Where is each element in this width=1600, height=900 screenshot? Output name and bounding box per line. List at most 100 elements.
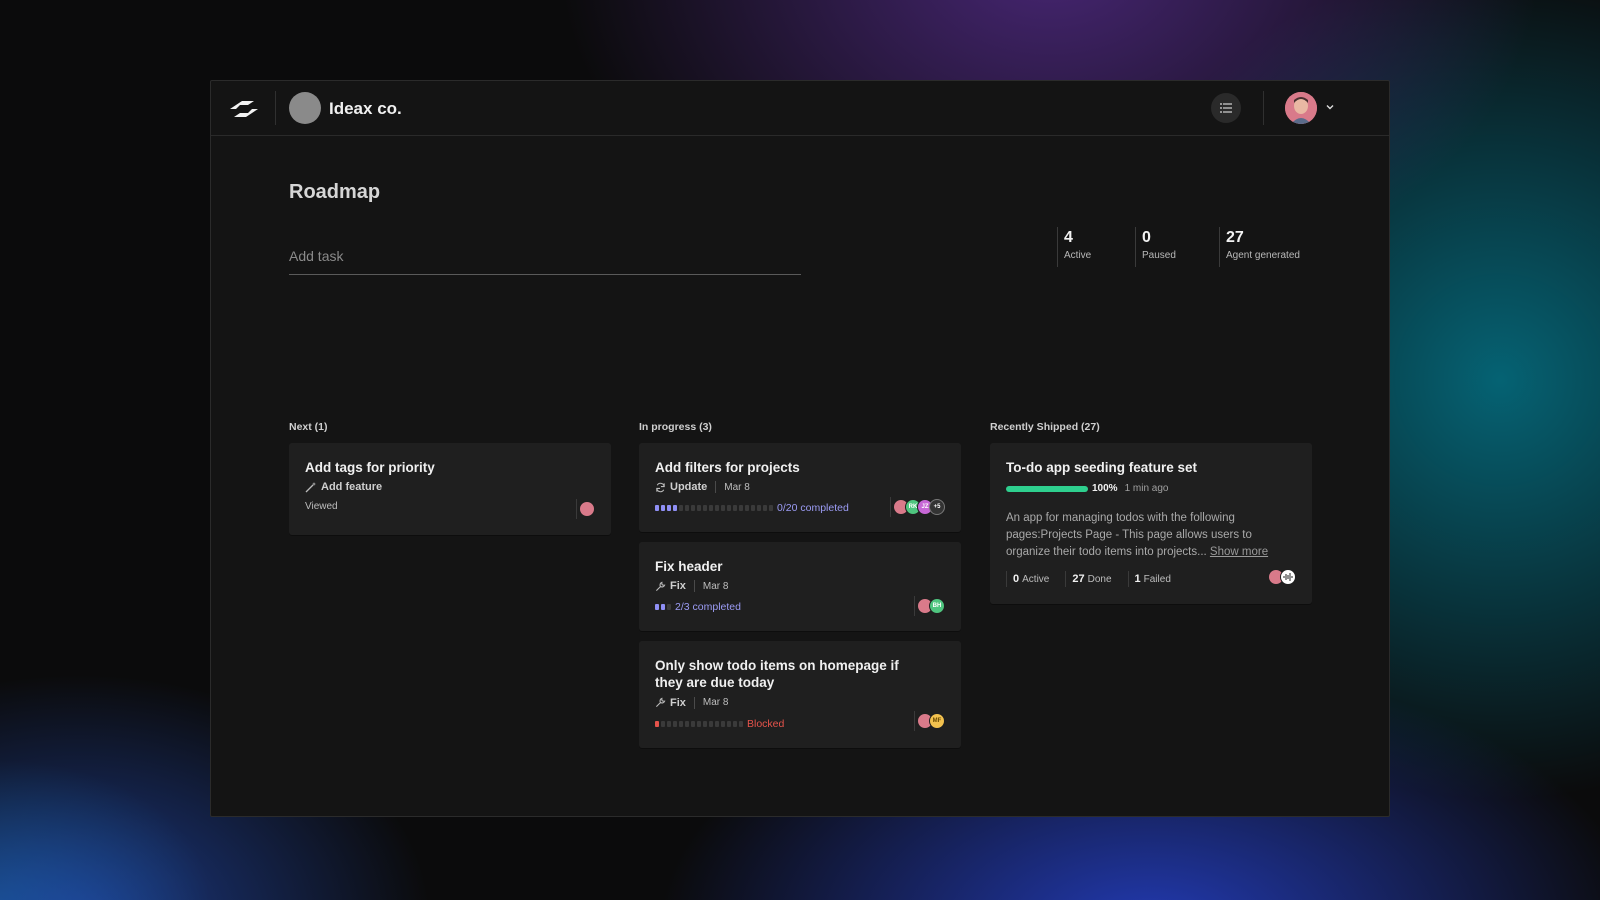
card-title: Fix header bbox=[655, 559, 723, 574]
progress-percent: 100% bbox=[1092, 483, 1118, 495]
progress-dot bbox=[661, 720, 665, 727]
card-type: Update bbox=[655, 481, 707, 493]
agent-avatar[interactable] bbox=[1280, 569, 1296, 585]
progress-dot bbox=[661, 505, 665, 512]
card-meta: Fix Mar 8 bbox=[655, 696, 945, 709]
progress-dot bbox=[715, 720, 719, 727]
avatar[interactable]: MF bbox=[929, 713, 945, 729]
progress-text: Blocked bbox=[747, 717, 785, 730]
org-avatar[interactable] bbox=[289, 92, 321, 124]
progress-dot bbox=[733, 505, 737, 512]
card-avatars bbox=[1268, 569, 1296, 585]
progress-dot bbox=[673, 720, 677, 727]
progress-dots bbox=[655, 604, 671, 611]
card-avatars: RK JZ +5 bbox=[890, 497, 945, 517]
card-type: Add feature bbox=[305, 481, 382, 493]
user-avatar[interactable] bbox=[1285, 92, 1317, 124]
stat-value: 1 bbox=[1134, 572, 1141, 585]
progress-dots bbox=[655, 720, 743, 727]
card-meta: Fix Mar 8 bbox=[655, 580, 945, 593]
progress-dot bbox=[673, 505, 677, 512]
card-title: Only show todo items on homepage if they… bbox=[655, 658, 899, 691]
progress-dot bbox=[709, 505, 713, 512]
divider bbox=[576, 499, 577, 519]
divider bbox=[914, 711, 915, 731]
progress-dot bbox=[757, 505, 761, 512]
progress-dots bbox=[655, 505, 773, 512]
progress-fill bbox=[1006, 485, 1088, 492]
avatar[interactable] bbox=[579, 501, 595, 517]
magic-wand-icon bbox=[305, 482, 316, 493]
progress-dot bbox=[667, 720, 671, 727]
shipped-card[interactable]: To-do app seeding feature set 100% 1 min… bbox=[990, 443, 1312, 604]
divider bbox=[890, 497, 891, 517]
progress-dot bbox=[667, 604, 671, 611]
progress-dot bbox=[655, 505, 659, 512]
progress-dot bbox=[703, 720, 707, 727]
card-date: Mar 8 bbox=[702, 697, 729, 709]
progress: Blocked bbox=[655, 718, 945, 730]
list-icon bbox=[1220, 103, 1232, 113]
column-next: Next (1) Add tags for priority Add featu… bbox=[289, 421, 611, 545]
stat-label: Agent generated bbox=[1226, 250, 1300, 261]
org-name[interactable]: Ideax co. bbox=[329, 99, 402, 119]
task-card[interactable]: Fix header Fix Mar 8 2/3 completed BH bbox=[639, 542, 961, 631]
chevron-down-icon[interactable] bbox=[1325, 102, 1335, 112]
progress-dot bbox=[655, 604, 659, 611]
avatar[interactable]: BH bbox=[929, 598, 945, 614]
card-type-label: Fix bbox=[670, 580, 686, 593]
progress-dot bbox=[727, 505, 731, 512]
card-title: Add filters for projects bbox=[655, 460, 800, 475]
wrench-icon bbox=[655, 697, 666, 708]
divider bbox=[693, 696, 695, 709]
progress-dot bbox=[721, 720, 725, 727]
progress-dot bbox=[715, 505, 719, 512]
card-title: Add tags for priority bbox=[305, 460, 435, 475]
stat-active: 0 Active bbox=[1006, 570, 1055, 587]
stat-value: 27 bbox=[1226, 229, 1244, 246]
app-window: Ideax co. Roadmap 4 bbox=[210, 80, 1390, 817]
progress-dot bbox=[667, 505, 671, 512]
card-type-label: Fix bbox=[670, 696, 686, 709]
progress-dot bbox=[769, 505, 773, 512]
page-title: Roadmap bbox=[289, 181, 381, 203]
stat-failed: 1 Failed bbox=[1127, 570, 1177, 587]
progress-dot bbox=[739, 720, 743, 727]
ship-stats: 0 Active 27 Done 1 Failed bbox=[1006, 570, 1296, 587]
column-in-progress: In progress (3) Add filters for projects… bbox=[639, 421, 961, 758]
progress-dot bbox=[685, 505, 689, 512]
card-type-label: Add feature bbox=[321, 481, 383, 494]
progress-dot bbox=[703, 505, 707, 512]
add-task-input[interactable] bbox=[289, 237, 801, 275]
progress-dot bbox=[661, 604, 665, 611]
card-description: An app for managing todos with the follo… bbox=[1006, 510, 1296, 560]
progress-text: 2/3 completed bbox=[675, 601, 741, 614]
app-logo-icon[interactable] bbox=[228, 95, 260, 123]
user-photo bbox=[1285, 92, 1317, 124]
progress-dot bbox=[697, 505, 701, 512]
progress-track bbox=[1006, 485, 1088, 492]
stat-paused: 0 Paused bbox=[1135, 227, 1219, 267]
list-view-button[interactable] bbox=[1211, 93, 1241, 123]
column-title: In progress (3) bbox=[639, 421, 712, 433]
column-title: Recently Shipped (27) bbox=[990, 421, 1100, 433]
progress-dot bbox=[655, 720, 659, 727]
refresh-icon bbox=[656, 482, 665, 492]
progress-dot bbox=[685, 720, 689, 727]
stat-value: 4 bbox=[1064, 229, 1073, 246]
card-status: Viewed bbox=[305, 501, 338, 513]
stat-done: 27 Done bbox=[1065, 570, 1117, 587]
stat-active: 4 Active bbox=[1057, 227, 1135, 267]
stat-label: Active bbox=[1064, 250, 1092, 261]
task-card[interactable]: Add filters for projects Update Mar 8 0/… bbox=[639, 443, 961, 532]
stat-value: 0 bbox=[1142, 229, 1151, 246]
task-card[interactable]: Add tags for priority Add feature Viewed bbox=[289, 443, 611, 535]
column-recently-shipped: Recently Shipped (27) To-do app seeding … bbox=[990, 421, 1312, 614]
show-more-link[interactable]: Show more bbox=[1210, 546, 1268, 558]
avatar-overflow[interactable]: +5 bbox=[929, 499, 945, 515]
progress-dot bbox=[679, 505, 683, 512]
card-type: Fix bbox=[655, 697, 686, 709]
waveform-icon bbox=[1283, 573, 1293, 581]
task-card[interactable]: Only show todo items on homepage if they… bbox=[639, 641, 961, 748]
main-content: Roadmap 4 Active 0 Paused 27 Agent gener… bbox=[289, 181, 1312, 748]
